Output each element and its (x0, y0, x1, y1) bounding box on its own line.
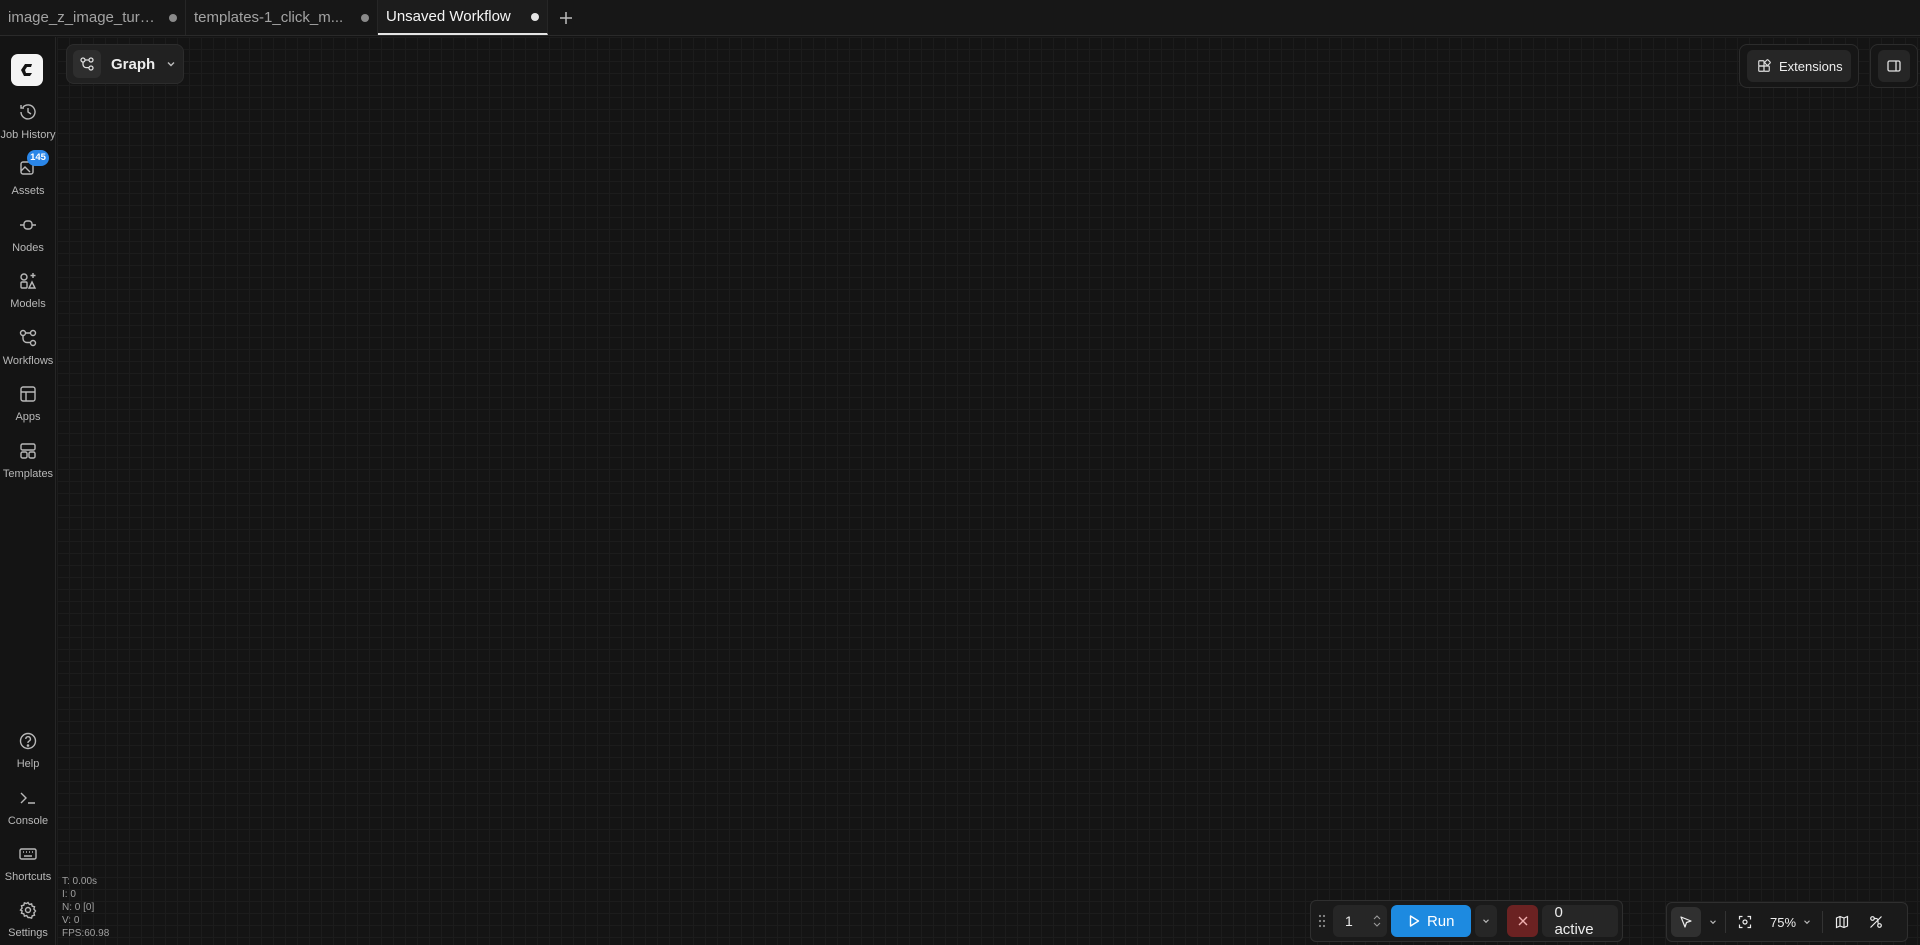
sidebar-item-label: Settings (8, 927, 48, 939)
graph-canvas[interactable] (57, 37, 1920, 945)
cancel-run-button[interactable] (1506, 905, 1539, 937)
unsaved-dot-icon[interactable] (361, 13, 369, 22)
extensions-icon (1758, 59, 1771, 72)
tool-mode-dropdown[interactable] (1705, 907, 1721, 937)
select-tool-button[interactable] (1671, 907, 1701, 937)
pointer-icon (1680, 916, 1692, 928)
chevron-down-icon (1482, 919, 1489, 924)
tab-label: image_z_image_turbo (8, 9, 155, 26)
increment-icon[interactable] (1373, 914, 1381, 920)
run-label: Run (1426, 912, 1455, 930)
stat-fps: FPS:60.98 (62, 928, 110, 939)
sidebar-item-nodes[interactable]: Nodes (0, 214, 56, 254)
chevron-down-icon (1710, 920, 1716, 925)
sidebar-item-settings[interactable]: Settings (0, 899, 56, 939)
sidebar-item-apps[interactable]: Apps (0, 383, 56, 423)
toggle-right-panel-button[interactable] (1878, 50, 1910, 82)
workflow-tab-bar: image_z_image_turbo templates-1_click_m.… (0, 0, 1920, 36)
sidebar-item-assets[interactable]: 145 Assets (0, 150, 56, 197)
sidebar-item-label: Console (7, 815, 49, 827)
play-icon (1409, 915, 1420, 927)
stat-nodes: N: 0 [0] (62, 902, 95, 913)
plus-icon (560, 11, 572, 24)
console-icon (17, 787, 39, 809)
workflow-graph-icon (73, 50, 101, 78)
stat-time: T: 0.00s (62, 876, 98, 887)
decrement-icon[interactable] (1373, 922, 1381, 928)
apps-icon (17, 383, 39, 405)
comfy-logo-icon (21, 64, 32, 76)
canvas-controls: 75% (1666, 902, 1908, 942)
assets-icon: 145 (17, 150, 49, 179)
workflow-tab[interactable]: templates-1_click_m... (186, 0, 378, 35)
toggle-links-button[interactable] (1861, 907, 1891, 937)
keyboard-icon (17, 843, 39, 865)
minimap-toggle-button[interactable] (1827, 907, 1857, 937)
run-options-dropdown[interactable] (1474, 905, 1497, 937)
run-button[interactable]: Run (1390, 905, 1471, 937)
gear-icon (17, 899, 39, 921)
sidebar-item-workflows[interactable]: Workflows (0, 327, 56, 367)
help-icon (17, 730, 39, 752)
history-icon (17, 101, 39, 123)
sidebar: Job History 145 Assets Nodes Models Work… (0, 37, 56, 945)
tab-label: templates-1_click_m... (194, 9, 344, 26)
queue-status-button[interactable]: 0 active (1542, 904, 1618, 938)
assets-count-badge: 145 (27, 150, 49, 166)
unsaved-dot-icon[interactable] (531, 12, 539, 21)
canvas-stats: T: 0.00s I: 0 N: 0 [0] V: 0 FPS:60.98 (62, 875, 109, 940)
zoom-level: 75% (1770, 914, 1797, 930)
divider (1725, 911, 1726, 933)
sidebar-item-templates[interactable]: Templates (0, 440, 56, 480)
sidebar-item-console[interactable]: Console (0, 787, 56, 827)
workflow-tab[interactable]: image_z_image_turbo (0, 0, 186, 35)
sidebar-item-models[interactable]: Models (0, 270, 56, 310)
chevron-down-icon (1804, 920, 1810, 925)
tab-label: Unsaved Workflow (386, 8, 511, 25)
models-icon (17, 270, 39, 292)
right-panel-container (1870, 44, 1918, 88)
run-toolbar: 1 Run 0 active (1310, 900, 1623, 942)
batch-count-stepper[interactable]: 1 (1332, 905, 1387, 937)
app-logo[interactable] (11, 54, 43, 86)
map-icon (1835, 915, 1849, 929)
queue-status-label: 0 active (1554, 904, 1594, 938)
sidebar-item-label: Assets (11, 185, 45, 197)
sidebar-item-label: Apps (15, 411, 41, 423)
divider (1822, 911, 1824, 933)
chevron-down-icon (167, 62, 175, 67)
sidebar-item-shortcuts[interactable]: Shortcuts (0, 843, 56, 883)
batch-count-value[interactable]: 1 (1345, 913, 1353, 929)
fit-view-button[interactable] (1730, 907, 1760, 937)
focus-icon (1738, 915, 1752, 929)
unsaved-dot-icon[interactable] (169, 13, 177, 22)
zoom-dropdown[interactable]: 75% (1764, 907, 1818, 937)
sidebar-item-label: Templates (2, 468, 54, 480)
stat-i: I: 0 (62, 889, 76, 900)
sidebar-item-label: Help (16, 758, 40, 770)
sidebar-item-label: Models (10, 298, 46, 310)
sidebar-item-help[interactable]: Help (0, 730, 56, 770)
drag-handle-icon[interactable] (1315, 914, 1329, 928)
templates-icon (17, 440, 39, 462)
sidebar-item-label: Shortcuts (4, 871, 52, 883)
stat-v: V: 0 (62, 915, 80, 926)
graph-menu-button[interactable]: Graph (66, 44, 184, 84)
sidebar-item-label: Nodes (12, 242, 44, 254)
workflows-icon (17, 327, 39, 349)
sidebar-item-label: Workflows (2, 355, 54, 367)
close-icon (1518, 916, 1527, 926)
extensions-button[interactable]: Extensions (1747, 50, 1851, 82)
extensions-container: Extensions (1739, 44, 1859, 88)
new-tab-button[interactable] (548, 0, 584, 35)
workflow-tab-active[interactable]: Unsaved Workflow (378, 0, 548, 35)
sidebar-item-label: Job History (0, 129, 56, 141)
nodes-icon (17, 214, 39, 236)
extensions-label: Extensions (1779, 58, 1843, 74)
graph-menu-label: Graph (111, 55, 156, 73)
link-off-icon (1870, 916, 1882, 928)
sidebar-item-job-history[interactable]: Job History (0, 101, 56, 141)
panel-right-icon (1887, 60, 1901, 72)
